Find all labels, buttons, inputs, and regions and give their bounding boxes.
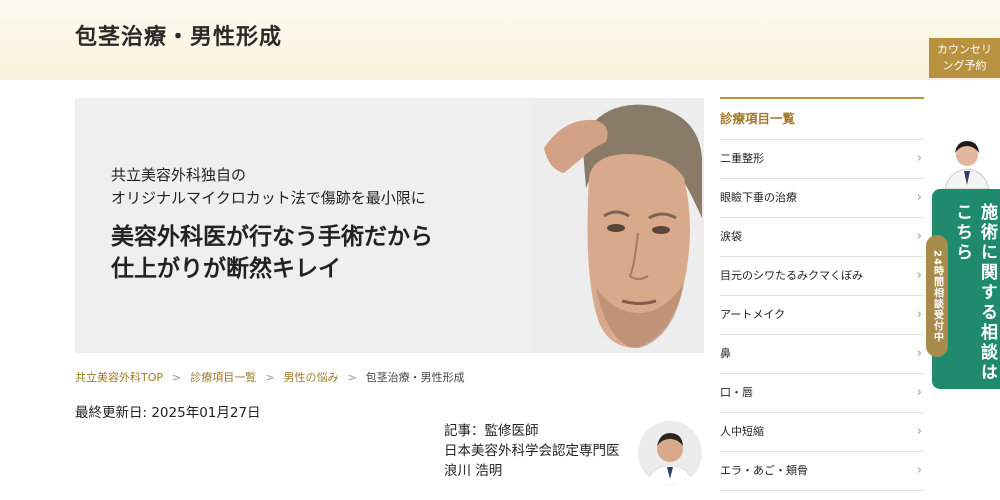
sidebar-item-label: エラ・あご・頬骨: [720, 464, 808, 477]
sidebar-item-label: 二重整形: [720, 152, 764, 165]
hours-badge: 24時間相談受付中: [926, 235, 948, 357]
sidebar-item-philtrum[interactable]: 人中短縮 ›: [720, 413, 924, 452]
sidebar-item-mouth-lips[interactable]: 口・唇 ›: [720, 374, 924, 413]
page-title: 包茎治療・男性形成: [75, 24, 283, 50]
sidebar-item-label: 眼瞼下垂の治療: [720, 191, 797, 204]
sidebar-item-label: 目元のシワたるみクマくぼみ: [720, 269, 863, 282]
sidebar: 診療項目一覧 二重整形 › 眼瞼下垂の治療 › 涙袋 › 目元のシワたるみクマくぼみ ›…: [720, 97, 924, 491]
hero-headline-2: 仕上がりが断然キレイ: [111, 255, 341, 282]
chevron-right-icon: ›: [916, 229, 922, 244]
hero-man-photo: [534, 98, 704, 353]
hero-text: 共立美容外科独自の オリジナルマイクロカット法で傷跡を最小限に 美容外科医が行な…: [111, 164, 433, 285]
counseling-reservation-button[interactable]: カウンセリ ング予約: [929, 38, 1000, 78]
sidebar-item-label: 口・唇: [720, 386, 753, 399]
counseling-label-line1: カウンセリ: [937, 43, 992, 56]
sidebar-item-jaw[interactable]: エラ・あご・頬骨 ›: [720, 452, 924, 491]
hours-text: 24時間相談受付中: [931, 249, 943, 343]
sidebar-item-label: 涙袋: [720, 230, 742, 243]
chevron-right-icon: ›: [916, 268, 922, 283]
chevron-right-icon: >: [347, 370, 357, 384]
hero-headline-1: 美容外科医が行なう手術だから: [111, 223, 433, 250]
breadcrumb-current: 包茎治療・男性形成: [365, 371, 465, 384]
sidebar-item-double-eyelid[interactable]: 二重整形 ›: [720, 140, 924, 179]
consult-doctor-avatar: [941, 133, 993, 189]
chevron-right-icon: ›: [916, 424, 922, 439]
chevron-right-icon: ›: [916, 151, 922, 166]
hero-headline: 美容外科医が行なう手術だから 仕上がりが断然キレイ: [111, 221, 433, 285]
breadcrumb: 共立美容外科TOP > 診療項目一覧 > 男性の悩み > 包茎治療・男性形成: [75, 369, 465, 385]
last-updated: 最終更新日: 2025年01月27日: [75, 405, 261, 421]
author-role: 記事：監修医師: [444, 423, 539, 439]
sidebar-item-label: 人中短縮: [720, 425, 764, 438]
chevron-right-icon: ›: [916, 190, 922, 205]
hero-banner: 共立美容外科独自の オリジナルマイクロカット法で傷跡を最小限に 美容外科医が行な…: [75, 98, 704, 353]
chevron-right-icon: ›: [916, 307, 922, 322]
author-credential: 日本美容外科学会認定専門医: [444, 443, 620, 459]
sidebar-item-art-make[interactable]: アートメイク ›: [720, 296, 924, 335]
breadcrumb-link-treatments[interactable]: 診療項目一覧: [190, 369, 256, 385]
chevron-right-icon: ›: [916, 385, 922, 400]
sidebar-item-label: 鼻: [720, 347, 731, 360]
chevron-right-icon: ›: [916, 463, 922, 478]
author-block: 記事：監修医師 日本美容外科学会認定専門医 浪川 浩明: [444, 421, 620, 481]
consultation-text: 施術に関する相談はこちら: [952, 203, 997, 383]
author-name: 浪川 浩明: [444, 463, 503, 479]
sidebar-item-ptosis[interactable]: 眼瞼下垂の治療 ›: [720, 179, 924, 218]
hero-subline-2: オリジナルマイクロカット法で傷跡を最小限に: [111, 189, 426, 207]
counseling-label-line2: ング予約: [942, 59, 987, 72]
breadcrumb-link-mens[interactable]: 男性の悩み: [283, 369, 338, 385]
doctor-avatar: [638, 421, 702, 485]
sidebar-item-eye-wrinkles[interactable]: 目元のシワたるみクマくぼみ ›: [720, 257, 924, 296]
sidebar-item-tear-bag[interactable]: 涙袋 ›: [720, 218, 924, 257]
chevron-right-icon: >: [172, 370, 182, 384]
breadcrumb-link-top[interactable]: 共立美容外科TOP: [75, 369, 163, 385]
hero-subline-1: 共立美容外科独自の: [111, 166, 247, 184]
sidebar-heading: 診療項目一覧: [720, 99, 924, 140]
sidebar-item-label: アートメイク: [720, 308, 786, 321]
chevron-right-icon: >: [265, 370, 275, 384]
site-header: 包茎治療・男性形成: [0, 0, 1000, 80]
sidebar-item-nose[interactable]: 鼻 ›: [720, 335, 924, 374]
chevron-right-icon: ›: [916, 346, 922, 361]
